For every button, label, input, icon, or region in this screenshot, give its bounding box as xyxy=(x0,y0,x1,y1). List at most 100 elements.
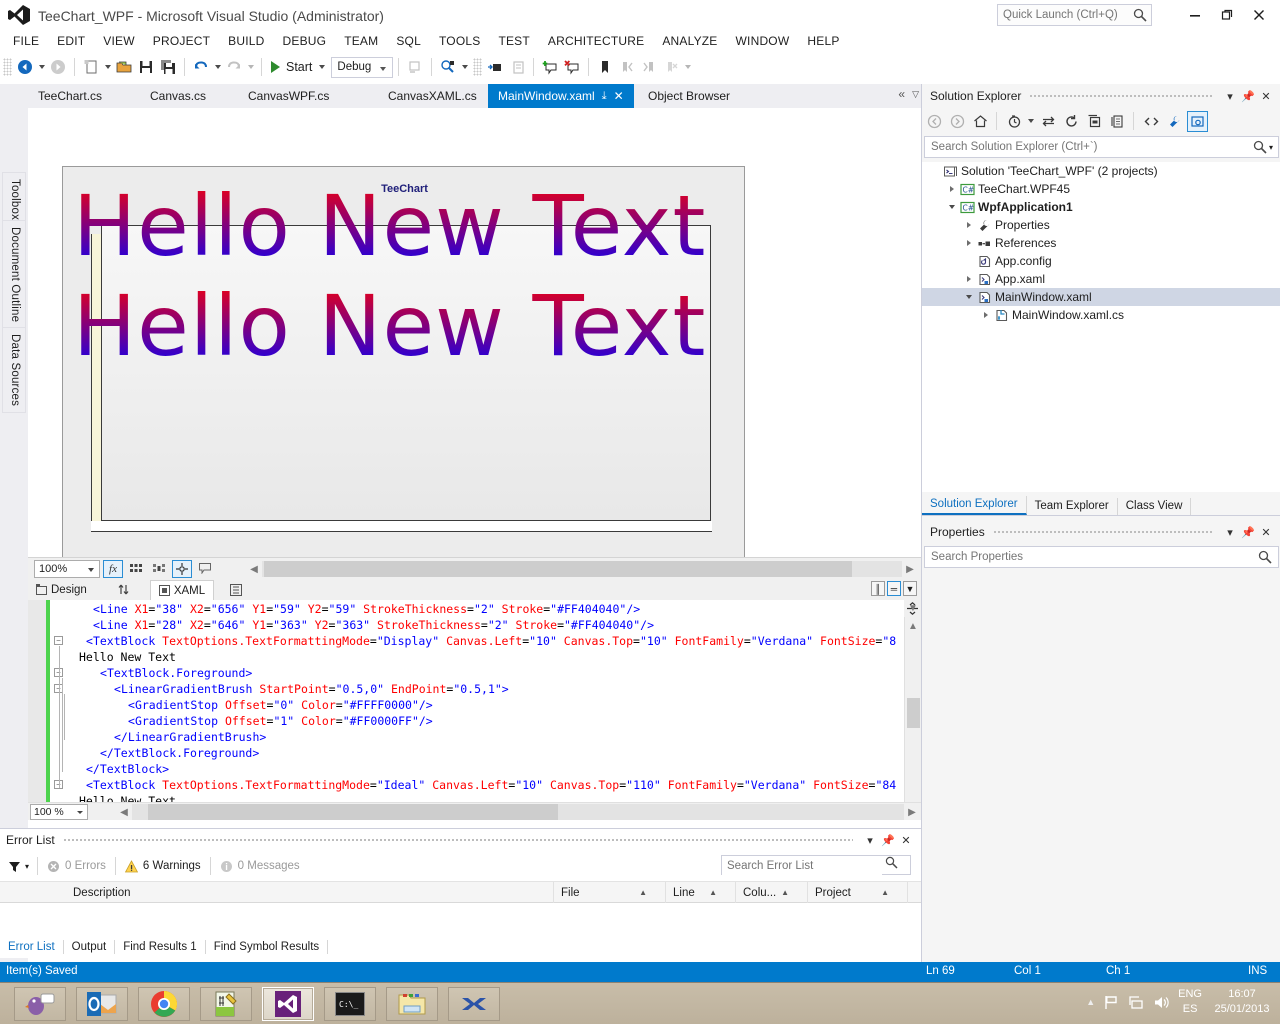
code-line[interactable]: <GradientStop Offset="0" Color="#FFFF000… xyxy=(128,697,433,713)
properties-search-input[interactable] xyxy=(925,547,1258,567)
scroll-left-arrow[interactable]: ◀ xyxy=(248,563,260,575)
menu-item-team[interactable]: TEAM xyxy=(335,32,387,50)
code-line[interactable]: <Line X1="38" X2="656" Y1="59" Y2="59" S… xyxy=(93,601,640,617)
warning-count-button[interactable]: 6 Warnings xyxy=(116,859,210,873)
comment-icon[interactable] xyxy=(539,56,561,78)
menu-item-tools[interactable]: TOOLS xyxy=(430,32,489,50)
document-tab-canvaswpf-cs[interactable]: CanvasWPF.cs xyxy=(238,84,339,108)
code-line[interactable]: <GradientStop Offset="1" Color="#FF0000F… xyxy=(128,713,433,729)
menu-item-view[interactable]: VIEW xyxy=(94,32,143,50)
scroll-thumb[interactable] xyxy=(264,561,852,577)
menu-item-sql[interactable]: SQL xyxy=(387,32,430,50)
find-dropdown[interactable] xyxy=(459,56,470,78)
code-line[interactable]: </LinearGradientBrush> xyxy=(114,729,266,745)
snap-align-icon[interactable] xyxy=(172,559,192,578)
clear-bookmarks-icon[interactable] xyxy=(660,56,682,78)
home-icon[interactable] xyxy=(970,111,991,132)
open-file-icon[interactable] xyxy=(113,56,135,78)
redo-icon[interactable] xyxy=(223,56,245,78)
dock-tab-solution-explorer[interactable]: Solution Explorer xyxy=(922,496,1027,515)
indent-icon[interactable] xyxy=(484,56,506,78)
chevron-down-icon[interactable]: ▾ xyxy=(1221,523,1239,541)
editor-vertical-scrollbar[interactable]: ▲ ▼ xyxy=(904,600,921,802)
xaml-code-editor[interactable]: −−−− <Line X1="38" X2="656" Y1="59" Y2="… xyxy=(28,600,921,802)
filter-button[interactable]: ▾ xyxy=(8,860,29,873)
tree-item-wpfapplication1[interactable]: C# WpfApplication1 xyxy=(922,198,1280,216)
taskbar-item-x-app[interactable] xyxy=(448,987,500,1021)
start-debug-button[interactable]: Start xyxy=(267,56,316,78)
chevron-down-icon[interactable]: ▾ xyxy=(861,831,879,849)
undo-icon[interactable] xyxy=(190,56,212,78)
chevron-right-icon[interactable] xyxy=(945,186,958,192)
output-tab-output[interactable]: Output xyxy=(64,940,116,954)
menu-item-build[interactable]: BUILD xyxy=(219,32,273,50)
solution-explorer-search-input[interactable] xyxy=(925,137,1253,157)
new-item-icon[interactable] xyxy=(80,56,102,78)
navigate-back-dropdown[interactable] xyxy=(36,56,47,78)
chevron-right-icon[interactable] xyxy=(979,312,992,318)
code-line[interactable]: <TextBlock TextOptions.TextFormattingMod… xyxy=(86,633,896,649)
next-bookmark-icon[interactable] xyxy=(638,56,660,78)
column-header-file[interactable]: File ▲ xyxy=(554,882,666,903)
close-icon[interactable]: ✕ xyxy=(614,89,624,103)
split-vertical-button[interactable]: ║ xyxy=(871,581,885,596)
menu-item-window[interactable]: WINDOW xyxy=(727,32,799,50)
document-tab-mainwindow-xaml[interactable]: MainWindow.xaml ⤓ ✕ xyxy=(488,84,634,108)
properties-icon[interactable] xyxy=(1164,111,1185,132)
menu-item-analyze[interactable]: ANALYZE xyxy=(653,32,726,50)
menu-item-test[interactable]: TEST xyxy=(489,32,538,50)
sidebar-tab-document-outline[interactable]: Document Outline xyxy=(2,220,26,330)
navigate-back-icon[interactable] xyxy=(14,56,36,78)
document-tab-canvas-cs[interactable]: Canvas.cs xyxy=(140,84,216,108)
scroll-thumb[interactable] xyxy=(148,804,558,820)
xaml-designer-surface[interactable]: TeeChart Hello New Text Hello New Text xyxy=(28,108,921,557)
show-hidden-icons-icon[interactable]: ▲ xyxy=(1086,997,1095,1007)
tooltip-icon[interactable] xyxy=(195,560,215,578)
back-icon[interactable] xyxy=(924,111,945,132)
gradient-text-display-mode[interactable]: Hello New Text xyxy=(73,177,706,275)
sync-icon[interactable] xyxy=(1038,111,1059,132)
pending-changes-icon[interactable] xyxy=(1004,111,1025,132)
view-code-icon[interactable] xyxy=(1141,111,1162,132)
close-icon[interactable]: ✕ xyxy=(1257,87,1275,105)
tree-item-app-xaml[interactable]: App.xaml xyxy=(922,270,1280,288)
taskbar-item-pidgin[interactable] xyxy=(14,987,66,1021)
toolbar-grip[interactable] xyxy=(3,58,12,76)
error-list-search[interactable]: ▾ xyxy=(721,855,911,888)
scroll-right-arrow[interactable]: ▶ xyxy=(904,563,916,575)
scroll-thumb[interactable] xyxy=(907,698,920,728)
editor-zoom-combo[interactable]: 100 % xyxy=(30,803,88,820)
volume-icon[interactable] xyxy=(1153,994,1170,1011)
find-icon[interactable] xyxy=(437,56,459,78)
column-header-colu-[interactable]: Colu... ▲ xyxy=(736,882,808,903)
menu-item-project[interactable]: PROJECT xyxy=(144,32,219,50)
solution-configuration-combo[interactable]: Debug xyxy=(331,56,394,78)
network-icon[interactable] xyxy=(1128,994,1145,1011)
editor-code-area[interactable]: <Line X1="38" X2="656" Y1="59" Y2="59" S… xyxy=(72,600,899,802)
collapse-pane-button[interactable]: ▼ xyxy=(903,581,917,596)
chevron-down-icon[interactable]: ▾ xyxy=(1221,87,1239,105)
navigate-forward-icon[interactable] xyxy=(47,56,69,78)
error-count-button[interactable]: 0 Errors xyxy=(38,860,115,873)
chevron-down-icon[interactable] xyxy=(945,205,958,209)
column-header-description[interactable]: Description xyxy=(66,882,554,903)
tab-design-view[interactable]: Design xyxy=(28,579,95,600)
language-indicator[interactable]: ENG ES xyxy=(1178,987,1202,1017)
tree-item-references[interactable]: References xyxy=(922,234,1280,252)
taskbar-item-command-prompt[interactable]: C:\_ xyxy=(324,987,376,1021)
document-tab-object-browser[interactable]: Object Browser xyxy=(638,84,740,108)
show-all-files-icon[interactable] xyxy=(1107,111,1128,132)
refresh-icon[interactable] xyxy=(1061,111,1082,132)
forward-icon[interactable] xyxy=(947,111,968,132)
close-icon[interactable]: ✕ xyxy=(1257,523,1275,541)
message-count-button[interactable]: 0 Messages xyxy=(211,860,309,873)
pending-changes-dropdown[interactable] xyxy=(1025,110,1036,132)
column-header-line[interactable]: Line ▲ xyxy=(666,882,736,903)
editor-horizontal-scrollbar[interactable]: ◀ ▶ xyxy=(118,804,918,820)
code-line[interactable]: <TextBlock TextOptions.TextFormattingMod… xyxy=(86,777,896,793)
save-icon[interactable] xyxy=(135,56,157,78)
minimize-button[interactable] xyxy=(1182,4,1208,26)
dock-tab-class-view[interactable]: Class View xyxy=(1118,498,1192,515)
collapse-all-icon[interactable] xyxy=(1084,111,1105,132)
sidebar-tab-data-sources[interactable]: Data Sources xyxy=(2,327,26,414)
